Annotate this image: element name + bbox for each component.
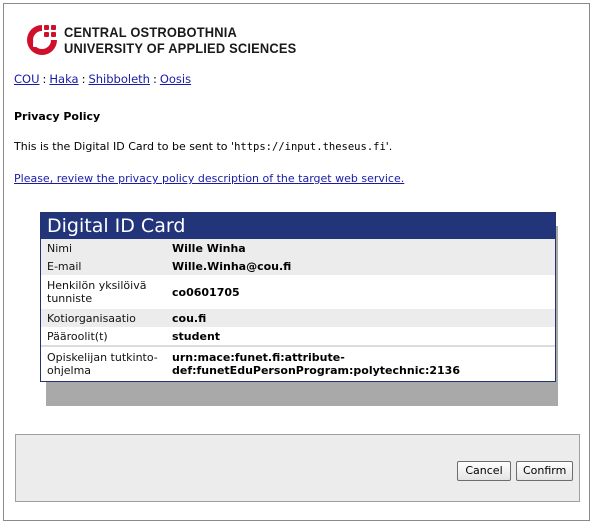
- attribute-value: cou.fi: [166, 309, 555, 327]
- intro-text: This is the Digital ID Card to be sent t…: [14, 140, 392, 153]
- table-row: Kotiorganisaatio cou.fi: [41, 309, 555, 327]
- attribute-value: Wille Winha: [166, 239, 555, 257]
- confirm-button[interactable]: Confirm: [516, 461, 573, 481]
- table-row: E-mail Wille.Winha@cou.fi: [41, 257, 555, 275]
- page-frame: CENTRAL OSTROBOTHNIA UNIVERSITY OF APPLI…: [3, 3, 590, 521]
- attribute-table: Nimi Wille Winha E-mail Wille.Winha@cou.…: [41, 239, 555, 381]
- nav-link-haka[interactable]: Haka: [49, 72, 78, 86]
- table-row: Nimi Wille Winha: [41, 239, 555, 257]
- attribute-label: Opiskelijan tutkinto-ohjelma: [47, 351, 158, 377]
- nav-link-cou[interactable]: COU: [14, 72, 40, 86]
- nav-separator: :: [152, 72, 157, 86]
- nav-separator: :: [42, 72, 47, 86]
- attribute-value: urn:mace:funet.fi:attribute-def:funetEdu…: [172, 351, 460, 377]
- attribute-label: Henkilön yksilöivä tunniste: [47, 279, 147, 305]
- intro-suffix: '.: [385, 140, 393, 153]
- table-row: Opiskelijan tutkinto-ohjelma urn:mace:fu…: [41, 346, 555, 381]
- logo-mark-icon: [27, 25, 57, 55]
- university-logo: CENTRAL OSTROBOTHNIA UNIVERSITY OF APPLI…: [24, 22, 324, 62]
- privacy-policy-link[interactable]: Please, review the privacy policy descri…: [14, 172, 404, 185]
- attribute-label: Pääroolit(t): [41, 327, 166, 347]
- nav-link-oosis[interactable]: Oosis: [160, 72, 191, 86]
- target-service-url: https://input.theseus.fi: [234, 141, 386, 153]
- logo-line-2: UNIVERSITY OF APPLIED SCIENCES: [64, 40, 297, 56]
- card-title: Digital ID Card: [41, 213, 555, 239]
- attribute-value: co0601705: [172, 285, 240, 299]
- table-row: Henkilön yksilöivä tunniste co0601705: [41, 275, 555, 309]
- action-bar: Cancel Confirm: [15, 434, 580, 502]
- breadcrumb: COU: Haka: Shibboleth: Oosis: [14, 72, 191, 86]
- logo-line-1: CENTRAL OSTROBOTHNIA: [64, 24, 238, 40]
- cancel-button[interactable]: Cancel: [457, 461, 511, 481]
- attribute-value: Wille.Winha@cou.fi: [166, 257, 555, 275]
- nav-separator: :: [81, 72, 86, 86]
- digital-id-card: Digital ID Card Nimi Wille Winha E-mail …: [40, 212, 556, 382]
- attribute-label: Kotiorganisaatio: [41, 309, 166, 327]
- table-row: Pääroolit(t) student: [41, 327, 555, 347]
- attribute-value: student: [166, 327, 555, 347]
- page-title: Privacy Policy: [14, 110, 101, 123]
- intro-prefix: This is the Digital ID Card to be sent t…: [14, 140, 235, 153]
- logo-text: CENTRAL OSTROBOTHNIA UNIVERSITY OF APPLI…: [64, 24, 296, 56]
- nav-link-shibboleth[interactable]: Shibboleth: [88, 72, 150, 86]
- attribute-label: E-mail: [41, 257, 166, 275]
- attribute-label: Nimi: [41, 239, 166, 257]
